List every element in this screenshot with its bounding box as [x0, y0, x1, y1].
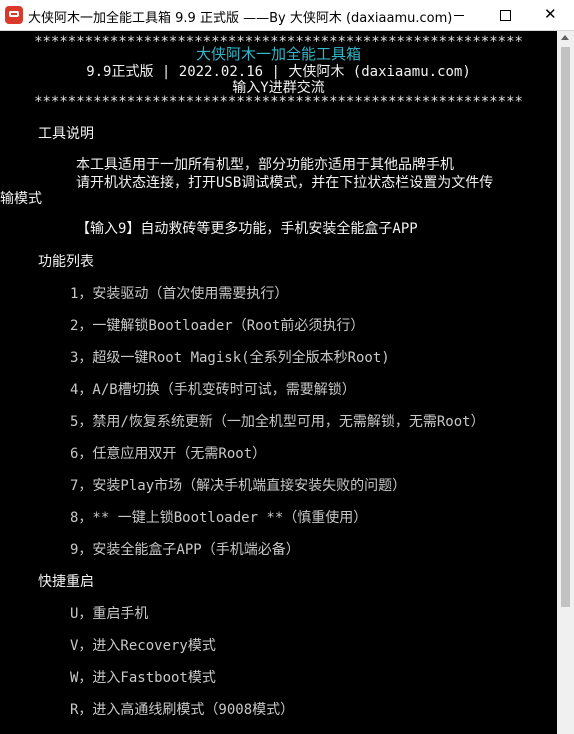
function-item: 6，任意应用双开（无需Root）: [70, 446, 267, 462]
section-heading-reboot: 快捷重启: [38, 574, 94, 590]
window-title: 大侠阿木一加全能工具箱 9.9 正式版 ——By 大侠阿木 (daxiaamu.…: [28, 11, 453, 26]
function-item: 9，安装全能盒子APP（手机端必备）: [70, 542, 300, 558]
console-window: 大侠阿木一加全能工具箱 9.9 正式版 ——By 大侠阿木 (daxiaamu.…: [0, 0, 574, 734]
app-name: 大侠阿木一加全能工具箱: [195, 45, 361, 63]
title-bar[interactable]: 大侠阿木一加全能工具箱 9.9 正式版 ——By 大侠阿木 (daxiaamu.…: [0, 0, 574, 31]
intro-line: 本工具适用于一加所有机型，部分功能亦适用于其他品牌手机: [76, 157, 454, 173]
reboot-item: V，进入Recovery模式: [70, 638, 216, 654]
app-icon: [5, 6, 23, 24]
function-item: 3，超级一键Root Magisk(全系列全版本秒Root): [70, 350, 390, 366]
reboot-item: W，进入Fastboot模式: [70, 670, 216, 686]
minimize-icon: [454, 15, 464, 16]
maximize-button[interactable]: [482, 0, 528, 30]
scroll-up-icon[interactable]: [561, 35, 569, 40]
function-item: 2，一键解锁Bootloader（Root前必须执行）: [70, 318, 365, 334]
function-item: 5，禁用/恢复系统更新（一加全机型可用，无需解锁，无需Root）: [70, 414, 485, 430]
intro-line: 输模式: [0, 191, 42, 207]
function-item: 4，A/B槽切换（手机变砖时可试，需要解锁）: [70, 382, 356, 398]
function-item: 7，安装Play市场（解决手机端直接安装失败的问题）: [70, 478, 407, 494]
console-output[interactable]: ****************************************…: [0, 31, 557, 734]
function-item: 8，** 一键上锁Bootloader **（慎重使用）: [70, 510, 368, 526]
intro-tip: 【输入9】自动救砖等更多功能，手机安装全能盒子APP: [76, 221, 418, 237]
maximize-icon: [500, 10, 511, 21]
reboot-item: R，进入高通线刷模式（9008模式）: [70, 702, 295, 718]
stars-divider-bottom: ****************************************…: [34, 94, 523, 110]
reboot-item: U，重启手机: [70, 606, 149, 622]
scrollbar-thumb[interactable]: [561, 47, 570, 607]
minimize-button[interactable]: [436, 0, 482, 30]
close-button[interactable]: ✕: [528, 0, 574, 30]
vertical-scrollbar[interactable]: [557, 31, 574, 734]
intro-line: 请开机状态连接，打开USB调试模式，并在下拉状态栏设置为文件传: [76, 175, 494, 191]
section-heading-intro: 工具说明: [38, 126, 94, 142]
function-item: 1，安装驱动（首次使用需要执行）: [70, 286, 289, 302]
close-icon: ✕: [544, 5, 557, 23]
section-heading-functions: 功能列表: [38, 254, 94, 270]
